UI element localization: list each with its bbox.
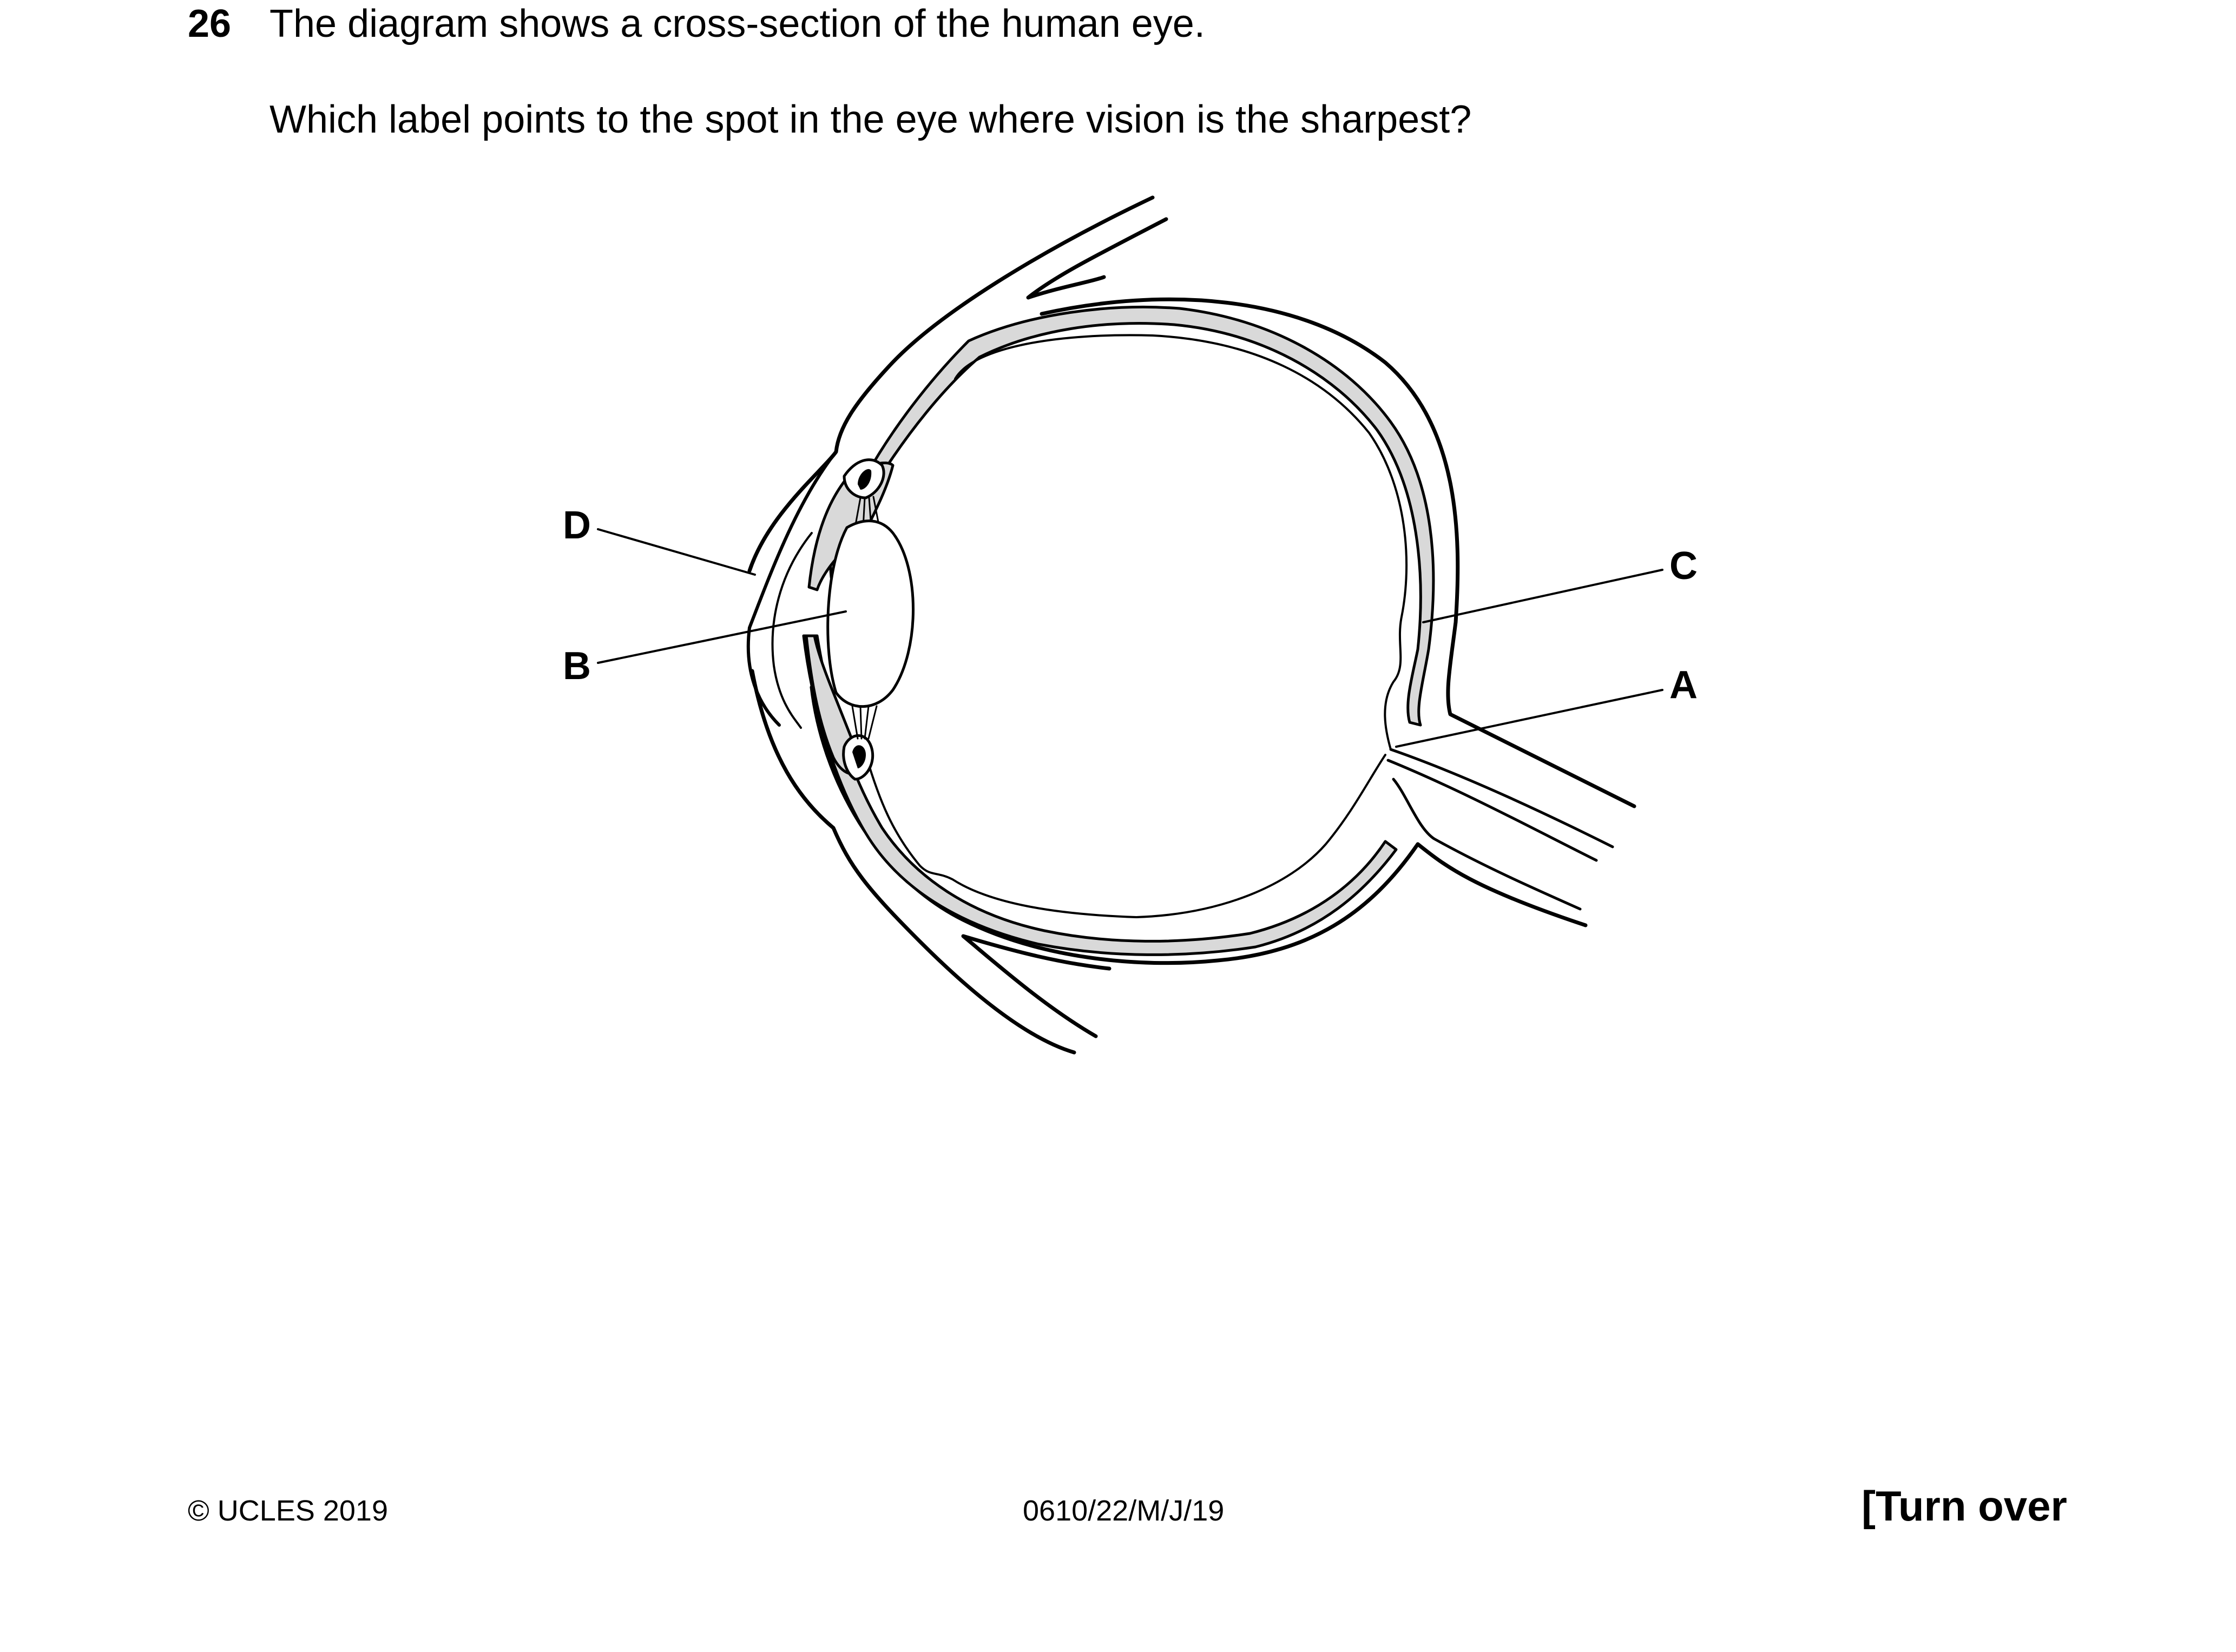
label-a: A [1669, 663, 1698, 707]
suspensory-ligaments-lower [851, 705, 878, 740]
label-b: B [563, 644, 591, 688]
footer-copyright: © UCLES 2019 [188, 1495, 388, 1527]
upper-socket-line-inner [1026, 217, 1168, 300]
lens [826, 519, 915, 708]
footer-paper-code: 0610/22/M/J/19 [1023, 1495, 1225, 1527]
cornea-inner [771, 532, 813, 729]
label-c: C [1669, 544, 1698, 588]
eye-cross-section-diagram [597, 195, 1663, 1055]
choroid-band [829, 306, 1435, 727]
leader-line-a [1395, 689, 1663, 748]
leader-line-d [597, 528, 756, 576]
optic-nerve-lower [1392, 778, 1582, 911]
retina-line [954, 334, 1408, 751]
label-d: D [563, 504, 591, 547]
footer-turn-over: [Turn over [1862, 1482, 2067, 1530]
sclera-outer-lower [810, 685, 1588, 965]
optic-nerve-upper [1389, 748, 1614, 848]
